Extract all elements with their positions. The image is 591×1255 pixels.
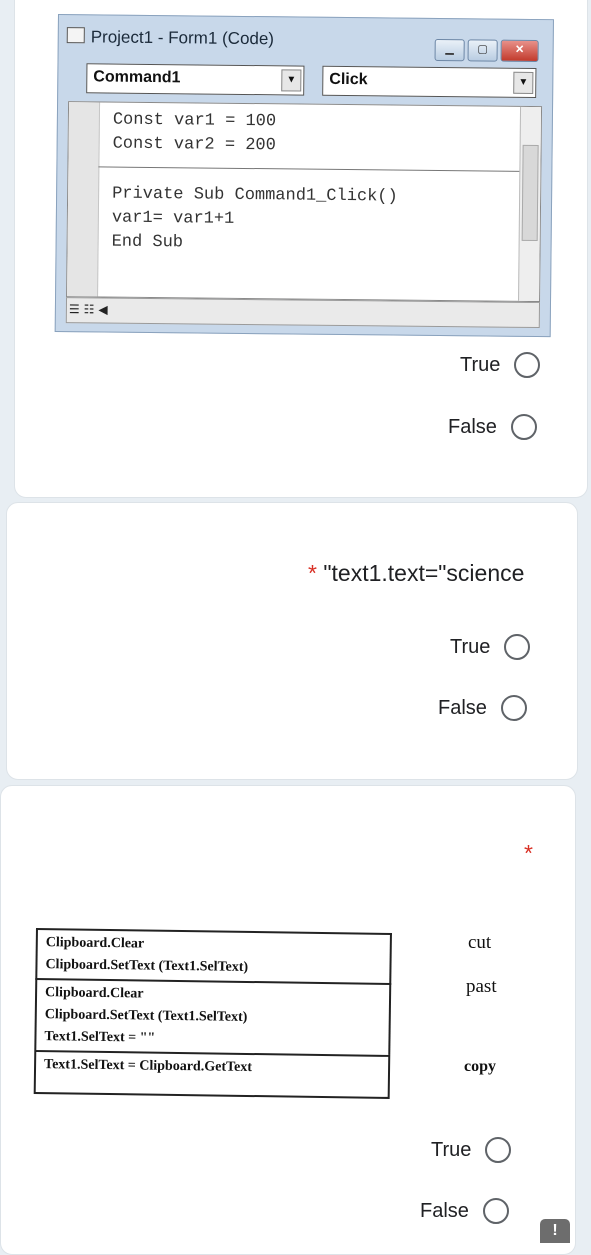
maximize-icon: ▢ [467, 39, 498, 62]
radio-button[interactable] [504, 634, 531, 660]
view-toggle-icon: ☰ [68, 302, 80, 317]
scroll-left-icon: ◀ [98, 302, 108, 317]
close-icon: ✕ [500, 39, 539, 63]
option-true[interactable]: True [450, 634, 531, 660]
report-issue-icon[interactable]: ! [540, 1219, 570, 1243]
vb-event-combo: Click ▼ [322, 65, 537, 99]
option-label: True [450, 635, 491, 658]
option-false[interactable]: False [438, 695, 527, 721]
option-true[interactable]: True [431, 1137, 512, 1163]
radio-button[interactable] [500, 695, 527, 721]
option-label: True [460, 353, 501, 376]
clipboard-table-image: Clipboard.Clear Clipboard.SetText (Text1… [33, 928, 392, 1099]
radio-button[interactable] [514, 352, 541, 378]
code-line: Private Sub Command1_Click() [112, 184, 398, 207]
vb-code-editor: Const var1 = 100 Const var2 = 200 Privat… [66, 101, 543, 303]
option-label: True [431, 1138, 472, 1161]
code-line: Const var1 = 100 [112, 110, 277, 132]
vb-window-icon [66, 27, 85, 44]
option-false[interactable]: False [448, 414, 537, 440]
radio-button[interactable] [510, 414, 537, 440]
word-copy: copy [464, 1058, 496, 1075]
view-toggle-icon: ☷ [83, 302, 95, 317]
required-mark: * [524, 840, 533, 866]
word-cut: cut [468, 932, 492, 953]
option-true[interactable]: True [460, 352, 541, 378]
minimize-icon: ▁ [434, 38, 465, 62]
code-line: Const var2 = 200 [112, 134, 276, 156]
option-label: False [448, 415, 497, 438]
vb-margin [67, 102, 101, 297]
option-false[interactable]: False [420, 1198, 509, 1224]
radio-button[interactable] [485, 1137, 512, 1163]
option-label: False [438, 696, 487, 719]
vb-bottom-bar: ☰ ☷ ◀ [65, 297, 541, 329]
option-label: False [420, 1199, 469, 1222]
scroll-thumb [521, 144, 539, 242]
vb-window-controls: ▁ ▢ ✕ [434, 38, 539, 63]
required-mark: * [308, 560, 317, 586]
question-title: * "text1.text="science [308, 560, 525, 586]
chevron-down-icon: ▼ [281, 69, 302, 92]
vb-code-window-image: Project1 - Form1 (Code) ▁ ▢ ✕ Command1 ▼… [54, 14, 554, 338]
code-line: End Sub [111, 232, 184, 253]
chevron-down-icon: ▼ [513, 71, 534, 94]
vb-object-combo: Command1 ▼ [86, 63, 305, 96]
table-row: Text1.SelText = Clipboard.GetText [33, 1049, 391, 1099]
vb-vertical-scrollbar [518, 106, 542, 302]
radio-button[interactable] [482, 1198, 509, 1224]
word-past: past [466, 976, 497, 997]
table-row: Clipboard.Clear Clipboard.SetText (Text1… [34, 977, 392, 1055]
table-row: Clipboard.Clear Clipboard.SetText (Text1… [35, 928, 392, 983]
code-line: var1= var1+1 [111, 208, 235, 229]
procedure-separator [98, 166, 521, 172]
